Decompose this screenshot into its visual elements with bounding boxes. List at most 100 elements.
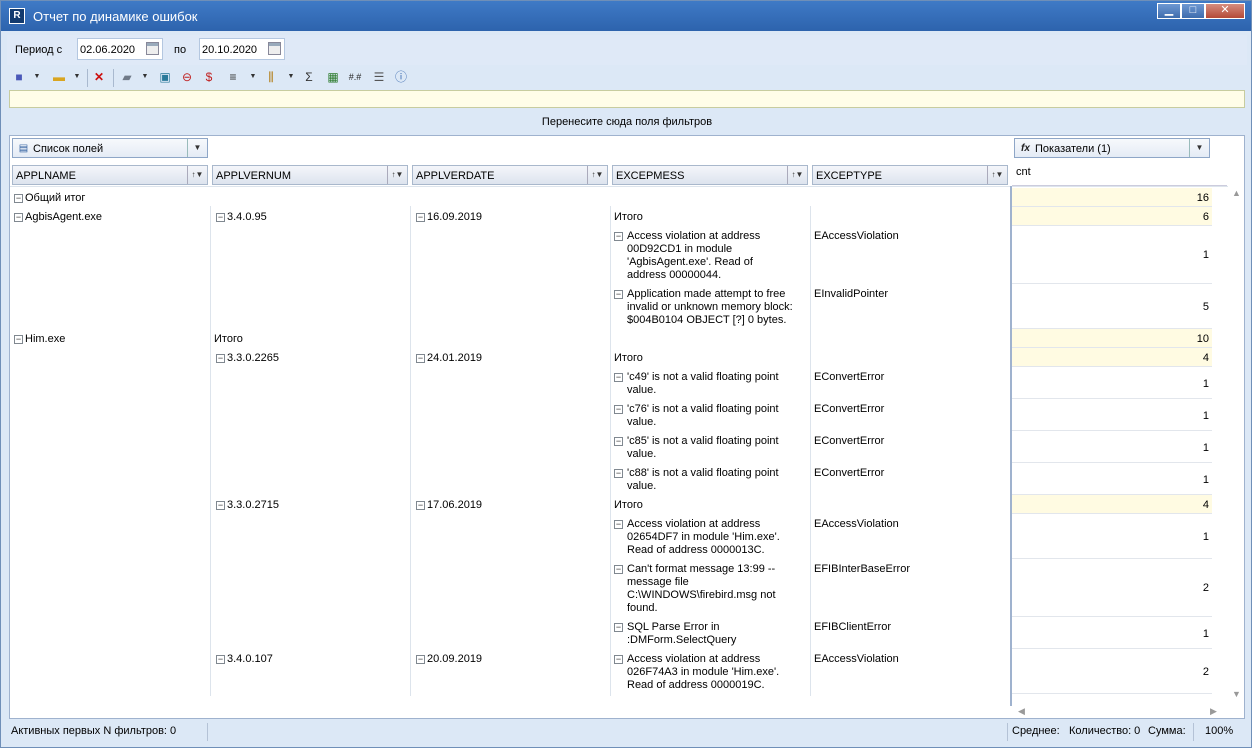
scroll-right-icon[interactable]: ▶ [1210, 706, 1217, 717]
sort-icon[interactable]: ≡ [225, 69, 241, 85]
scroll-up-icon[interactable]: ▲ [1232, 188, 1241, 198]
columns-icon[interactable]: ⫼ [263, 69, 279, 85]
chevron-down-icon[interactable]: ▼ [1189, 139, 1209, 157]
close-button[interactable]: ✕ [1205, 3, 1245, 19]
error-message-cell[interactable]: −'c85' is not a valid floating point val… [614, 435, 794, 461]
maximize-button[interactable]: □ [1181, 3, 1205, 19]
count-status: Количество: 0 [1069, 725, 1141, 737]
collapse-icon[interactable]: − [614, 469, 623, 478]
version-row-label[interactable]: −3.3.0.2265 [216, 352, 279, 364]
measures-combo[interactable]: fx Показатели (1) ▼ [1014, 138, 1210, 158]
date-row-label[interactable]: −17.06.2019 [416, 499, 482, 511]
error-message-cell[interactable]: −'c76' is not a valid floating point val… [614, 403, 794, 429]
calendar-icon[interactable] [268, 42, 281, 55]
collapse-icon[interactable]: − [416, 354, 425, 363]
collapse-icon[interactable]: − [216, 501, 225, 510]
delete-icon[interactable]: ✕ [91, 69, 107, 85]
format-icon[interactable]: #.# [347, 69, 363, 85]
date-to-value: 20.10.2020 [202, 44, 258, 56]
info-icon[interactable]: ⓘ [393, 69, 409, 85]
error-message-cell[interactable]: −'c88' is not a valid floating point val… [614, 467, 794, 493]
error-message-cell[interactable]: − Can't format message 13:99 -- message f… [614, 563, 794, 615]
error-message-cell[interactable]: − Access violation at address 026F74A3 in… [614, 653, 794, 692]
measure-field-header[interactable]: cnt [1012, 162, 1227, 186]
strike-dollar-icon[interactable]: $ [201, 69, 217, 85]
export-icon[interactable]: ▰ [119, 69, 135, 85]
chevron-down-icon[interactable]: ▼ [73, 69, 81, 85]
collapse-icon[interactable]: − [216, 213, 225, 222]
period-panel: Период с 02.06.2020 по 20.10.2020 [7, 35, 1247, 65]
scroll-left-icon[interactable]: ◀ [1018, 706, 1025, 717]
error-type-cell: EAccessViolation [814, 230, 899, 242]
field-list-combo[interactable]: ▤ Список полей ▼ [12, 138, 208, 158]
filter-icon[interactable]: ☰ [371, 69, 387, 85]
collapse-icon[interactable]: − [216, 354, 225, 363]
error-message-cell[interactable]: −'c49' is not a valid floating point val… [614, 371, 794, 397]
app-row-label[interactable]: − Him.exe [14, 333, 65, 345]
scroll-down-icon[interactable]: ▼ [1232, 689, 1241, 699]
open-folder-icon[interactable]: ▬ [51, 69, 67, 85]
calendar-icon[interactable] [146, 42, 159, 55]
version-row-label[interactable]: −3.3.0.2715 [216, 499, 279, 511]
collapse-icon[interactable]: − [14, 335, 23, 344]
window-title: Отчет по динамике ошибок [33, 9, 198, 24]
grid-icon[interactable]: ▦ [325, 69, 341, 85]
error-message-cell[interactable]: − Application made attempt to free invali… [614, 288, 794, 327]
collapse-icon[interactable]: − [614, 520, 623, 529]
grand-total-row-label[interactable]: − Общий итог [14, 192, 85, 204]
version-row-label[interactable]: −3.4.0.95 [216, 211, 267, 223]
collapse-icon[interactable]: − [614, 565, 623, 574]
filter-drop-zone[interactable]: Перенесите сюда поля фильтров [9, 111, 1245, 133]
collapse-icon[interactable]: − [614, 232, 623, 241]
collapse-icon[interactable]: − [216, 655, 225, 664]
filter-expression-bar[interactable] [9, 90, 1245, 108]
column-header-exceptype[interactable]: EXCEPTYPE ↑▼ [812, 165, 1008, 185]
column-header-applname[interactable]: APPLNAME ↑▼ [12, 165, 208, 185]
sum-icon[interactable]: Σ [301, 69, 317, 85]
sort-filter-icon[interactable]: ↑▼ [587, 166, 607, 184]
collapse-icon[interactable]: − [614, 655, 623, 664]
collapse-icon[interactable]: − [416, 655, 425, 664]
error-message-cell[interactable]: − Access violation at address 00D92CD1 in… [614, 230, 794, 282]
collapse-icon[interactable]: − [614, 437, 623, 446]
column-header-applverdate[interactable]: APPLVERDATE ↑▼ [412, 165, 608, 185]
error-message-cell[interactable]: − SQL Parse Error in :DMForm.SelectQuery [614, 621, 794, 647]
minimize-button[interactable]: ▁ [1157, 3, 1181, 19]
sort-filter-icon[interactable]: ↑▼ [187, 166, 207, 184]
vertical-scrollbar[interactable]: ▲ ▼ [1228, 186, 1244, 706]
collapse-icon[interactable]: − [614, 405, 623, 414]
sort-filter-icon[interactable]: ↑▼ [987, 166, 1007, 184]
chevron-down-icon[interactable]: ▼ [33, 69, 41, 85]
collapse-icon[interactable]: − [14, 213, 23, 222]
sort-filter-icon[interactable]: ↑▼ [787, 166, 807, 184]
collapse-icon[interactable]: − [614, 290, 623, 299]
status-separator [1193, 723, 1194, 741]
date-row-label[interactable]: −24.01.2019 [416, 352, 482, 364]
column-header-excepmess[interactable]: EXCEPMESS ↑▼ [612, 165, 808, 185]
date-to-input[interactable]: 20.10.2020 [199, 38, 285, 60]
collapse-icon[interactable]: − [614, 373, 623, 382]
date-row-label[interactable]: −20.09.2019 [416, 653, 482, 665]
collapse-icon[interactable]: − [416, 213, 425, 222]
chevron-down-icon[interactable]: ▼ [249, 69, 257, 85]
refresh-icon[interactable]: ▣ [157, 69, 173, 85]
date-row-label[interactable]: −16.09.2019 [416, 211, 482, 223]
chevron-down-icon[interactable]: ▼ [141, 69, 149, 85]
count-value: 1 [1012, 431, 1212, 463]
chevron-down-icon[interactable]: ▼ [287, 69, 295, 85]
error-message-cell[interactable]: − Access violation at address 02654DF7 in… [614, 518, 794, 557]
strike-icon[interactable]: ⊖ [179, 69, 195, 85]
collapse-icon[interactable]: − [614, 623, 623, 632]
date-from-value: 02.06.2020 [80, 44, 136, 56]
sort-filter-icon[interactable]: ↑▼ [387, 166, 407, 184]
collapse-icon[interactable]: − [14, 194, 23, 203]
count-value: 1 [1012, 617, 1212, 649]
app-row-label[interactable]: − AgbisAgent.exe [14, 211, 102, 223]
date-from-input[interactable]: 02.06.2020 [77, 38, 163, 60]
save-icon[interactable]: ■ [11, 69, 27, 85]
chevron-down-icon[interactable]: ▼ [187, 139, 207, 157]
horizontal-scrollbar[interactable]: ◀ ▶ [1012, 704, 1228, 718]
collapse-icon[interactable]: − [416, 501, 425, 510]
column-header-applvernum[interactable]: APPLVERNUM ↑▼ [212, 165, 408, 185]
version-row-label[interactable]: −3.4.0.107 [216, 653, 273, 665]
